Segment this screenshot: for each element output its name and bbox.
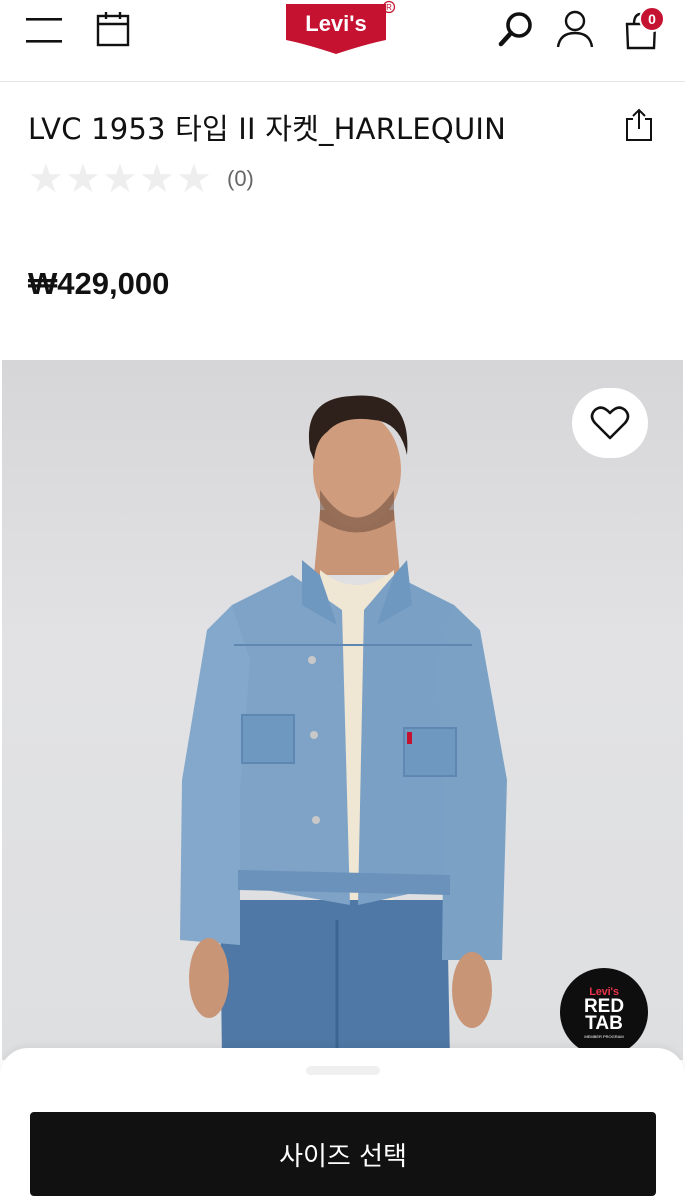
badge-red: RED	[583, 995, 625, 1017]
star-icon: ★	[28, 156, 64, 202]
shopping-bag-button[interactable]: 0	[615, 6, 667, 54]
star-icon: ★	[102, 156, 138, 202]
svg-text:R: R	[386, 3, 392, 12]
levis-logo[interactable]: Levi's R	[282, 0, 402, 56]
star-icon: ★	[176, 156, 212, 202]
star-icon: ★	[65, 156, 101, 202]
select-size-button[interactable]: 사이즈 선택	[30, 1112, 656, 1196]
star-icon: ★	[139, 156, 175, 202]
cart-count-badge: 0	[639, 6, 665, 32]
rating-stars: ★ ★ ★ ★ ★	[28, 156, 213, 202]
wishlist-button[interactable]	[572, 388, 648, 458]
sheet-handle[interactable]	[306, 1066, 380, 1075]
share-icon[interactable]	[618, 104, 660, 146]
calendar-icon[interactable]	[92, 8, 134, 50]
menu-icon[interactable]	[22, 10, 66, 50]
user-icon[interactable]	[552, 6, 598, 52]
badge-member-program: MEMBER PROGRAM	[584, 1033, 624, 1039]
product-rating[interactable]: ★ ★ ★ ★ ★ (0)	[28, 156, 254, 202]
search-icon[interactable]	[494, 6, 540, 52]
badge-tab: TAB	[585, 1012, 623, 1034]
red-tab-member-badge[interactable]: Levi's RED TAB MEMBER PROGRAM	[560, 968, 648, 1056]
heart-icon	[590, 406, 630, 440]
top-header: Levi's R 0	[0, 0, 685, 82]
review-count: (0)	[227, 166, 254, 191]
logo-text: Levi's	[305, 11, 367, 36]
product-title: LVC 1953 타입 II 자켓_HARLEQUIN	[28, 112, 507, 146]
bottom-sheet: 사이즈 선택	[0, 1048, 685, 1200]
product-price: ₩429,000	[28, 266, 170, 301]
product-image[interactable]	[2, 360, 683, 1060]
